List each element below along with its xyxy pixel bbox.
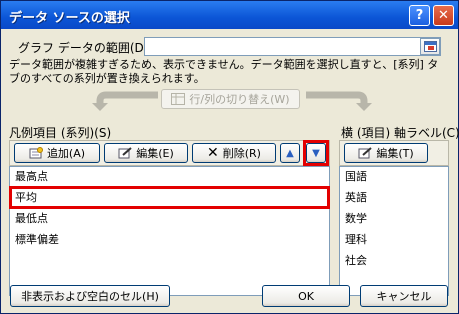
data-range-label: グラフ データの範囲(D): xyxy=(18,41,153,55)
close-icon: ✕ xyxy=(438,8,449,23)
cancel-label: キャンセル xyxy=(376,290,432,303)
edit-axis-labels-button[interactable]: 編集(T) xyxy=(344,143,428,163)
data-range-input[interactable] xyxy=(144,37,441,56)
title-bar: データ ソースの選択 ? ✕ xyxy=(1,1,458,29)
edit-icon xyxy=(118,147,132,159)
ok-button[interactable]: OK xyxy=(262,285,350,307)
move-up-button[interactable]: ▲ xyxy=(280,143,300,163)
hidden-empty-cells-label: 非表示および空白のセル(H) xyxy=(21,290,159,303)
move-down-highlight xyxy=(303,140,329,166)
list-item[interactable]: 標準偏差 xyxy=(12,230,59,250)
edit-series-label: 編集(E) xyxy=(136,147,174,160)
close-button[interactable]: ✕ xyxy=(433,5,454,26)
delete-series-label: 削除(R) xyxy=(222,147,261,160)
selected-series-highlight xyxy=(9,186,330,209)
add-series-label: 追加(A) xyxy=(46,147,86,160)
dialog-title: データ ソースの選択 xyxy=(9,11,130,26)
hidden-empty-cells-button[interactable]: 非表示および空白のセル(H) xyxy=(10,285,170,307)
delete-x-icon: ✕ xyxy=(207,145,219,161)
list-item[interactable]: 数学 xyxy=(342,209,367,229)
question-icon: ? xyxy=(415,8,424,23)
range-select-icon xyxy=(423,41,437,52)
ok-label: OK xyxy=(298,289,314,303)
switch-row-column-label: 行/列の切り替え(W) xyxy=(189,93,290,106)
list-item[interactable]: 理科 xyxy=(342,230,367,250)
add-series-button[interactable]: 追加(A) xyxy=(14,143,100,163)
edit-axis-labels-label: 編集(T) xyxy=(376,147,414,160)
delete-series-button[interactable]: ✕ 削除(R) xyxy=(192,143,276,163)
dialog-body: グラフ データの範囲(D): データ範囲が複雑すぎるため、表示できません。データ… xyxy=(4,29,459,312)
list-item[interactable]: 社会 xyxy=(342,251,367,271)
list-item[interactable]: 最低点 xyxy=(12,209,48,229)
select-data-source-dialog: データ ソースの選択 ? ✕ グラフ データの範囲(D): データ範囲が複雑すぎ… xyxy=(0,0,459,314)
axis-labels-list: 国語 英語 数学 理科 社会 xyxy=(339,166,449,296)
add-series-icon xyxy=(29,147,43,159)
list-item[interactable]: 国語 xyxy=(342,167,367,187)
edit-series-button[interactable]: 編集(E) xyxy=(104,143,188,163)
legend-entries-label: 凡例項目 (系列)(S) xyxy=(9,126,112,140)
collapse-dialog-button[interactable] xyxy=(420,38,440,55)
list-item[interactable]: 最高点 xyxy=(12,167,48,187)
arrow-up-icon: ▲ xyxy=(286,147,294,159)
axis-labels-label: 横 (項目) 軸ラベル(C) xyxy=(341,126,459,140)
switch-row-column-icon xyxy=(171,93,186,105)
edit-icon xyxy=(358,147,373,159)
help-button[interactable]: ? xyxy=(409,5,430,26)
cancel-button[interactable]: キャンセル xyxy=(360,285,448,307)
list-item[interactable]: 英語 xyxy=(342,188,367,208)
switch-row-column-button[interactable]: 行/列の切り替え(W) xyxy=(161,89,300,109)
